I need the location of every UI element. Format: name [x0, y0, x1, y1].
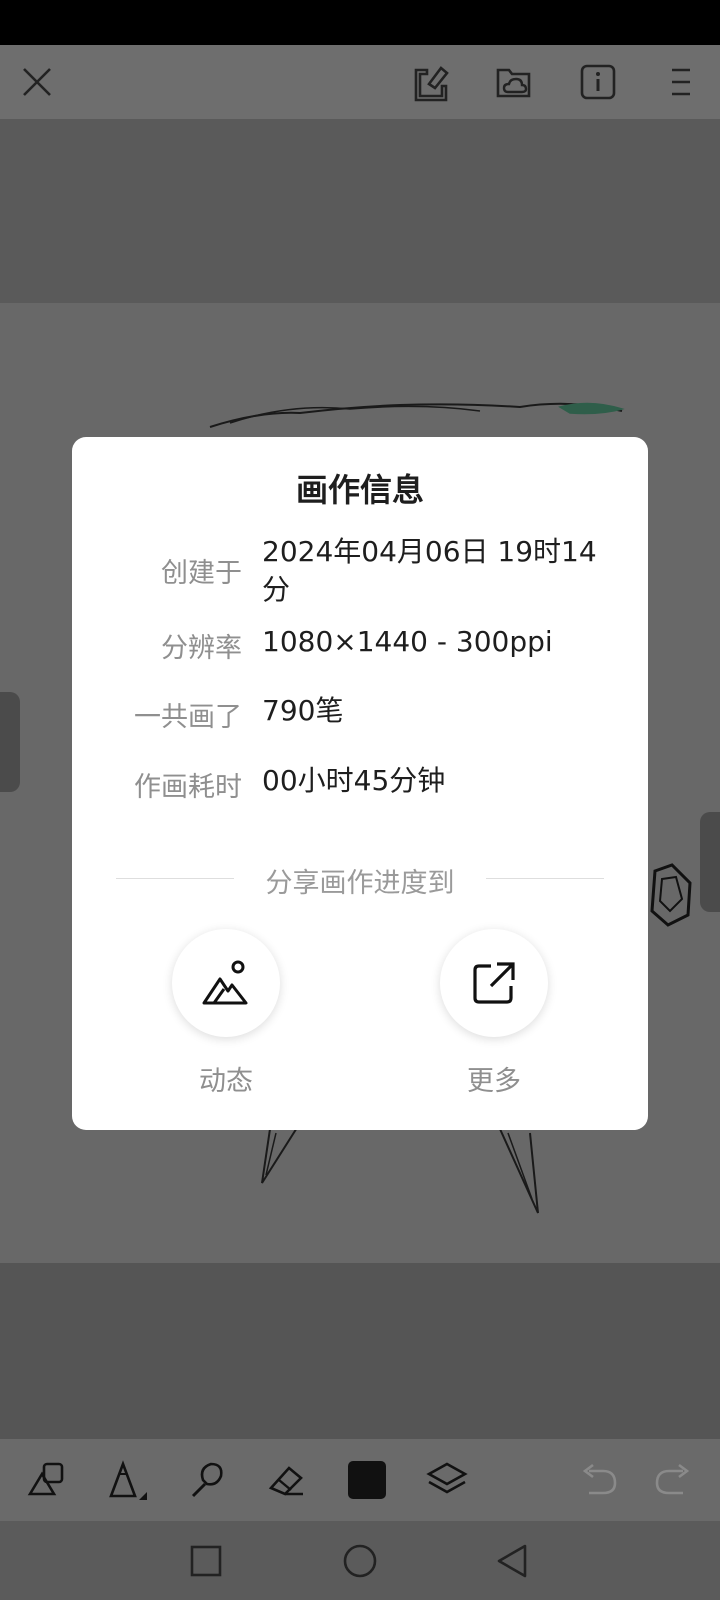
- folder-cloud-icon[interactable]: [493, 61, 535, 103]
- share-more-button[interactable]: [440, 929, 548, 1037]
- brush-icon[interactable]: [184, 1457, 230, 1503]
- dialog-title: 画作信息: [295, 471, 424, 509]
- info-label: 一共画了: [134, 702, 242, 733]
- info-value: 2024年04月06日 19时14分: [262, 535, 597, 606]
- back-triangle-icon[interactable]: [490, 1539, 534, 1583]
- share-section-title: 分享画作进度到: [265, 868, 455, 899]
- redo-icon[interactable]: [650, 1457, 696, 1503]
- brush-size-slider-handle[interactable]: [0, 692, 20, 792]
- pencil-icon[interactable]: [104, 1457, 150, 1503]
- top-app-bar: [0, 45, 720, 119]
- system-navigation-bar: [0, 1521, 720, 1600]
- info-label: 分辨率: [161, 633, 242, 664]
- info-label: 创建于: [161, 558, 242, 589]
- share-moments-label: 动态: [199, 1066, 253, 1097]
- opacity-slider-handle[interactable]: [700, 812, 720, 912]
- workspace-background: [0, 119, 720, 303]
- shapes-icon[interactable]: [24, 1457, 70, 1503]
- home-circle-icon[interactable]: [338, 1539, 382, 1583]
- mountain-sun-icon: [202, 960, 248, 1005]
- share-moments-button[interactable]: [172, 929, 280, 1037]
- menu-icon[interactable]: [660, 61, 702, 103]
- info-icon[interactable]: [577, 61, 619, 103]
- workspace-background-bottom: [0, 1263, 720, 1439]
- status-bar: [0, 0, 720, 45]
- info-value: 1080×1440 - 300ppi: [262, 625, 553, 658]
- artwork-info-dialog: 画作信息 创建于 2024年04月06日 19时14分 分辨率 1080×144…: [72, 437, 648, 1130]
- recents-square-icon[interactable]: [184, 1539, 228, 1583]
- info-value: 00小时45分钟: [262, 764, 446, 797]
- layers-icon[interactable]: [424, 1457, 470, 1503]
- info-value: 790笔: [262, 694, 344, 727]
- divider-right: [486, 878, 604, 879]
- color-swatch[interactable]: [344, 1457, 390, 1503]
- bottom-toolbar: [0, 1439, 720, 1521]
- undo-icon[interactable]: [576, 1457, 622, 1503]
- share-more-label: 更多: [467, 1066, 521, 1097]
- eraser-icon[interactable]: [264, 1457, 310, 1503]
- export-icon[interactable]: [410, 61, 452, 103]
- info-label: 作画耗时: [134, 772, 242, 803]
- share-external-icon: [473, 962, 515, 1004]
- close-icon[interactable]: [16, 61, 58, 103]
